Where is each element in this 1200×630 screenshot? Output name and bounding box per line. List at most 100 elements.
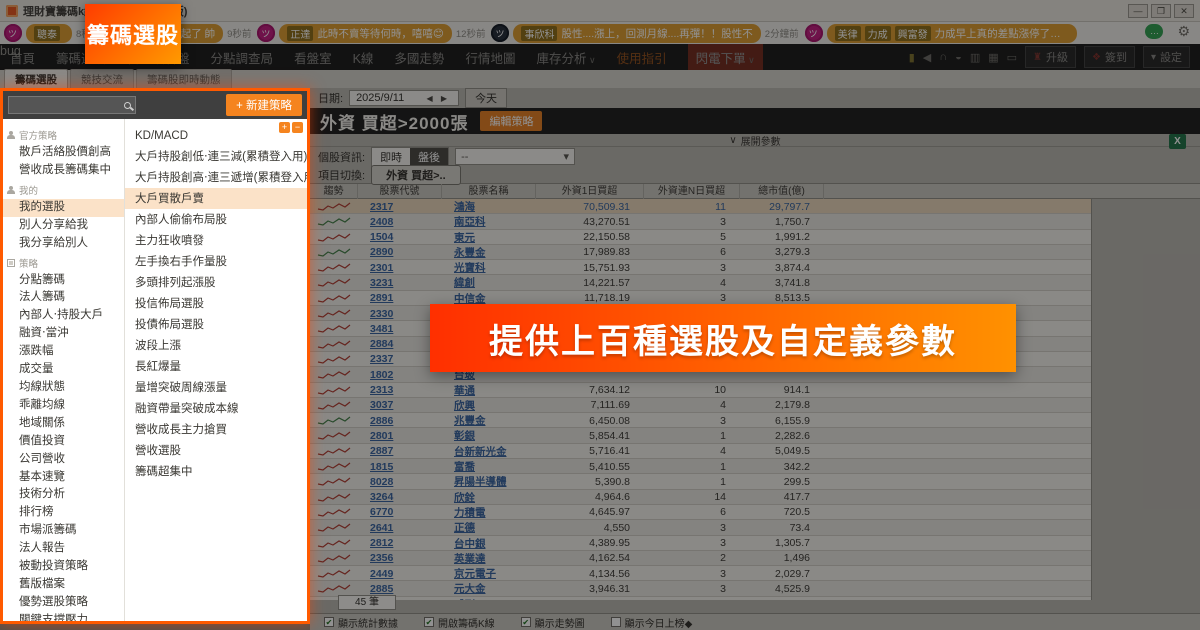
strategy-item[interactable]: 主力狂收噴發 <box>125 230 307 251</box>
strategy-item[interactable]: 內部人偷偷布局股 <box>125 209 307 230</box>
sidebar-item-技術分析[interactable]: 技術分析 <box>3 486 124 504</box>
stock-name-link[interactable]: 力積電 <box>442 505 536 520</box>
strategy-item[interactable]: 籌碼超集中 <box>125 461 307 482</box>
headset-icon[interactable]: ∩ <box>939 51 947 63</box>
sidebar-item-舊版檔案[interactable]: 舊版檔案 <box>3 576 124 594</box>
stock-code-link[interactable]: 2408 <box>358 216 442 228</box>
menu-item-多國走勢[interactable]: 多國走勢 <box>394 48 444 67</box>
stock-code-link[interactable]: 2886 <box>358 415 442 427</box>
sidebar-item-公司營收[interactable]: 公司營收 <box>3 451 124 469</box>
strategy-item[interactable]: 大戶買散戶賣 <box>125 188 307 209</box>
stock-name-link[interactable]: 兆豐金 <box>442 413 536 428</box>
sidebar-item-融資‧當沖[interactable]: 融資‧當沖 <box>3 325 124 343</box>
table-row[interactable]: 3264 欣銓 4,964.6 14 417.7 <box>310 490 1091 505</box>
megaphone-icon[interactable]: ◀ <box>923 51 931 64</box>
column-header[interactable]: 股票名稱 <box>442 184 536 199</box>
table-row[interactable]: 6770 力積電 4,645.97 6 720.5 <box>310 505 1091 520</box>
column-header[interactable]: 外資連N日買超 <box>644 184 740 199</box>
table-row[interactable]: 3231 緯創 14,221.57 4 3,741.8 <box>310 275 1091 290</box>
expand-all-icon[interactable]: + <box>279 122 290 133</box>
strategy-item[interactable]: 大戶持股創低‧連三減(累積登入用) <box>125 146 307 167</box>
sidebar-item-地域關係[interactable]: 地域關係 <box>3 415 124 433</box>
strategy-item[interactable]: 多頭排列起漲股 <box>125 272 307 293</box>
table-row[interactable]: 1815 富喬 5,410.55 1 342.2 <box>310 459 1091 474</box>
stock-name-link[interactable]: 欣興 <box>442 398 536 413</box>
stock-name-link[interactable]: 彰銀 <box>442 428 536 443</box>
checkbox-開啟籌碼K線[interactable]: ✔開啟籌碼K線 <box>424 615 495 630</box>
sidebar-item-法人報告[interactable]: 法人報告 <box>3 540 124 558</box>
stock-code-link[interactable]: 2891 <box>358 292 442 304</box>
tab-籌碼選股[interactable]: 籌碼選股 <box>4 69 68 88</box>
stock-code-link[interactable]: 3264 <box>358 491 442 503</box>
edit-strategy-button[interactable]: 編輯策略 <box>480 111 542 131</box>
date-next-icon[interactable]: ▶ <box>441 94 450 103</box>
column-header[interactable]: 總市值(億) <box>740 184 824 199</box>
expand-params-toggle[interactable]: ∨ 展開參數 <box>310 134 1200 147</box>
stock-name-link[interactable]: 永豐金 <box>442 245 536 260</box>
strategy-item[interactable]: 營收成長主力搶買 <box>125 419 307 440</box>
sidebar-item-分點籌碼[interactable]: 分點籌碼 <box>3 272 124 290</box>
chat-message[interactable]: 事欣科股性....漲上，回測月線....再彈！！股性不 2分鐘前 <box>491 24 798 43</box>
sidebar-item-成交量[interactable]: 成交量 <box>3 361 124 379</box>
menu-item-K線[interactable]: K線 <box>353 48 374 67</box>
sidebar-item-漲跌幅[interactable]: 漲跌幅 <box>3 343 124 361</box>
stock-name-link[interactable]: 光寶科 <box>442 260 536 275</box>
stock-code-link[interactable]: 2317 <box>358 201 442 213</box>
stock-name-link[interactable]: 台中銀 <box>442 536 536 551</box>
sidebar-item-營收成長籌碼集中[interactable]: 營收成長籌碼集中 <box>3 162 124 180</box>
sidebar-item-別人分享給我[interactable]: 別人分享給我 <box>3 217 124 235</box>
today-button[interactable]: 今天 <box>465 88 507 108</box>
sidebar-item-均線狀態[interactable]: 均線狀態 <box>3 379 124 397</box>
stock-code-link[interactable]: 1815 <box>358 461 442 473</box>
strategy-item[interactable]: 量增突破周線漲量 <box>125 377 307 398</box>
stock-code-link[interactable]: 2887 <box>358 445 442 457</box>
strategy-search-input[interactable] <box>8 96 136 114</box>
menu-item-庫存分析[interactable]: 庫存分析 ∨ <box>536 48 595 67</box>
strategy-item[interactable]: 波段上漲 <box>125 335 307 356</box>
excel-export-icon[interactable]: X <box>1169 134 1186 149</box>
stock-name-link[interactable]: 南亞科 <box>442 214 536 229</box>
checkin-button[interactable]: ❖簽到 <box>1084 46 1135 68</box>
table-row[interactable]: 3260 威剛 3,887.17 3 379.6 <box>310 597 1091 600</box>
stock-name-link[interactable]: 昇陽半導體 <box>442 474 536 489</box>
stock-code-link[interactable]: 2812 <box>358 537 442 549</box>
strategy-item[interactable]: 大戶持股創高‧連三遞增(累積登入用) <box>125 167 307 188</box>
notice-icon[interactable]: ▮ <box>909 51 915 64</box>
table-row[interactable]: 3037 欣興 7,111.69 4 2,179.8 <box>310 398 1091 413</box>
stock-code-link[interactable]: 6770 <box>358 506 442 518</box>
strategy-item[interactable]: 營收選股 <box>125 440 307 461</box>
realtime-option[interactable]: 即時 <box>372 148 410 166</box>
stock-code-link[interactable]: 2449 <box>358 568 442 580</box>
open-chat-icon[interactable]: … <box>1145 24 1163 39</box>
checkbox-顯示統計數據[interactable]: ✔顯示統計數據 <box>324 615 398 630</box>
table-row[interactable]: 2313 華通 7,634.12 10 914.1 <box>310 383 1091 398</box>
stock-code-link[interactable]: 2356 <box>358 552 442 564</box>
close-button[interactable]: ✕ <box>1174 4 1194 18</box>
table-row[interactable]: 2641 正德 4,550 3 73.4 <box>310 520 1091 535</box>
stock-code-link[interactable]: 2641 <box>358 522 442 534</box>
table-row[interactable]: 2408 南亞科 43,270.51 3 1,750.7 <box>310 214 1091 229</box>
stock-code-link[interactable]: 2801 <box>358 430 442 442</box>
stock-code-link[interactable]: 2313 <box>358 384 442 396</box>
stock-name-link[interactable]: 緯創 <box>442 275 536 290</box>
column-header[interactable]: 趨勢 <box>310 184 358 199</box>
table-row[interactable]: 2812 台中銀 4,389.95 3 1,305.7 <box>310 536 1091 551</box>
stock-name-link[interactable]: 欣銓 <box>442 490 536 505</box>
menu-item-看盤室[interactable]: 看盤室 <box>294 48 332 67</box>
settings-button[interactable]: ▾設定 <box>1143 46 1190 68</box>
menu-item-分點調查局[interactable]: 分點調查局 <box>211 48 274 67</box>
table-row[interactable]: 2449 京元電子 4,134.56 3 2,029.7 <box>310 566 1091 581</box>
stock-name-link[interactable]: 元大金 <box>442 581 536 596</box>
sidebar-item-排行榜[interactable]: 排行榜 <box>3 504 124 522</box>
chat-message[interactable]: 美律力成興富發力成早上真的差點漲停了，還填息填息是意料之內，只是… <box>805 24 1081 43</box>
stock-code-link[interactable]: 2301 <box>358 262 442 274</box>
date-input[interactable]: 2025/9/11 ◀ ▶ <box>349 90 459 106</box>
item-switch-button[interactable]: 外資 買超>.. <box>371 165 461 185</box>
sidebar-item-內部人‧持股大戶[interactable]: 內部人‧持股大戶 <box>3 307 124 325</box>
table-row[interactable]: 1504 東元 22,150.58 5 1,991.2 <box>310 230 1091 245</box>
table-row[interactable]: 2801 彰銀 5,854.41 1 2,282.6 <box>310 428 1091 443</box>
stock-name-link[interactable]: 正德 <box>442 520 536 535</box>
stock-name-link[interactable]: 富喬 <box>442 459 536 474</box>
sidebar-item-市場派籌碼[interactable]: 市場派籌碼 <box>3 522 124 540</box>
stock-code-link[interactable]: 8028 <box>358 476 442 488</box>
